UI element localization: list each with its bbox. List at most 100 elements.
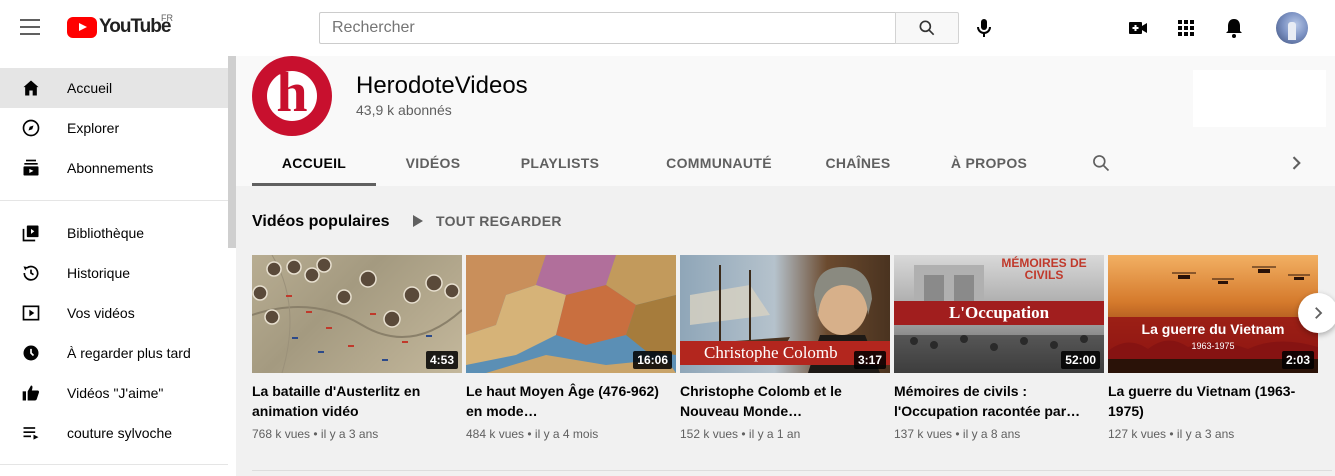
video-card[interactable]: La guerre du Vietnam 1963-1975 2:03 La g… xyxy=(1108,255,1318,441)
sidebar-scrollbar[interactable] xyxy=(228,56,236,248)
youtube-logo[interactable]: YouTube xyxy=(67,16,171,38)
tab-accueil[interactable]: ACCUEIL xyxy=(252,140,376,186)
logo-text: YouTube xyxy=(99,16,171,37)
watch-later-icon xyxy=(23,345,39,361)
search-icon xyxy=(919,20,935,36)
video-thumbnail[interactable]: 16:06 xyxy=(466,255,676,373)
sidebar-item-explorer[interactable]: Explorer xyxy=(0,108,228,148)
sidebar-divider xyxy=(0,200,228,201)
sidebar-item-bibliotheque[interactable]: Bibliothèque xyxy=(0,213,228,253)
video-duration: 52:00 xyxy=(1061,351,1100,369)
subscribe-area[interactable] xyxy=(1193,70,1326,127)
channel-avatar-inner: h xyxy=(267,65,317,121)
sidebar-item-videos-jaime[interactable]: Vidéos "J'aime" xyxy=(0,373,228,413)
sidebar-item-abonnements[interactable]: Abonnements xyxy=(0,148,228,188)
video-title[interactable]: Christophe Colomb et le Nouveau Monde… xyxy=(680,381,890,421)
sidebar-item-label: Vidéos "J'aime" xyxy=(67,385,164,401)
video-card[interactable]: 4:53 La bataille d'Austerlitz en animati… xyxy=(252,255,462,441)
tab-a-propos[interactable]: À PROPOS xyxy=(936,140,1042,186)
sidebar-item-vos-videos[interactable]: Vos vidéos xyxy=(0,293,228,333)
video-title[interactable]: Mémoires de civils : l'Occupation racont… xyxy=(894,381,1104,421)
history-icon xyxy=(23,265,39,281)
channel-avatar[interactable]: h xyxy=(252,56,332,136)
video-title[interactable]: Le haut Moyen Âge (476-962) en mode… xyxy=(466,381,676,421)
sidebar-item-label: Explorer xyxy=(67,120,120,136)
compass-icon xyxy=(22,119,40,137)
menu-icon[interactable] xyxy=(20,19,40,37)
tab-playlists[interactable]: PLAYLISTS xyxy=(506,140,614,186)
video-duration: 16:06 xyxy=(633,351,672,369)
sidebar-item-regarder-plus-tard[interactable]: À regarder plus tard xyxy=(0,333,228,373)
microphone-icon[interactable] xyxy=(972,16,996,40)
thumbnail-overlay-subtext: 1963-1975 xyxy=(1191,341,1235,351)
sidebar-item-label: Vos vidéos xyxy=(67,305,135,321)
thumbnail-overlay-text: L'Occupation xyxy=(948,303,1050,322)
video-duration: 3:17 xyxy=(853,351,886,369)
video-meta: 484 k vues • il y a 4 mois xyxy=(466,427,599,441)
video-title[interactable]: La guerre du Vietnam (1963-1975) xyxy=(1108,381,1318,421)
channel-tabs: ACCUEIL VIDÉOS PLAYLISTS COMMUNAUTÉ CHAÎ… xyxy=(236,140,1335,186)
sidebar-item-accueil[interactable]: Accueil xyxy=(0,68,228,108)
play-all-button[interactable]: TOUT REGARDER xyxy=(412,213,562,229)
channel-logo-letter: h xyxy=(276,62,308,124)
playlist-icon xyxy=(23,427,39,440)
video-meta: 127 k vues • il y a 3 ans xyxy=(1108,427,1235,441)
create-video-icon[interactable] xyxy=(1126,16,1150,40)
video-meta: 768 k vues • il y a 3 ans xyxy=(252,427,379,441)
play-icon xyxy=(413,215,423,227)
video-card[interactable]: 16:06 Le haut Moyen Âge (476-962) en mod… xyxy=(466,255,676,441)
subscriptions-icon xyxy=(23,159,39,176)
chevron-right-icon xyxy=(1315,307,1323,319)
sidebar: Accueil Explorer Abonnements Bibliothèqu… xyxy=(0,56,236,476)
video-meta: 137 k vues • il y a 8 ans xyxy=(894,427,1021,441)
carousel-next-button[interactable] xyxy=(1298,293,1335,333)
library-icon xyxy=(22,225,39,242)
video-card[interactable]: MÉMOIRES DE CIVILS L'Occupation 52:00 Mé… xyxy=(894,255,1104,441)
tab-communaute[interactable]: COMMUNAUTÉ xyxy=(646,140,792,186)
popular-videos-section: Vidéos populaires TOUT REGARDER 4:53 La … xyxy=(236,186,1335,476)
top-bar: YouTube FR xyxy=(0,0,1335,56)
sidebar-item-historique[interactable]: Historique xyxy=(0,253,228,293)
video-duration: 2:03 xyxy=(1281,351,1314,369)
search-bar xyxy=(319,12,959,44)
video-meta: 152 k vues • il y a 1 an xyxy=(680,427,801,441)
video-duration: 4:53 xyxy=(425,351,458,369)
subscriber-count: 43,9 k abonnés xyxy=(356,102,452,118)
search-input[interactable] xyxy=(319,12,895,44)
section-divider xyxy=(252,470,1332,471)
tab-videos[interactable]: VIDÉOS xyxy=(386,140,480,186)
youtube-play-icon xyxy=(67,16,97,38)
sidebar-item-label: couture sylvoche xyxy=(67,425,173,441)
sidebar-divider xyxy=(0,464,228,465)
sidebar-item-label: Historique xyxy=(67,265,131,281)
video-thumbnail[interactable]: MÉMOIRES DE CIVILS L'Occupation 52:00 xyxy=(894,255,1104,373)
sidebar-item-label: Accueil xyxy=(67,80,113,96)
home-icon xyxy=(23,80,39,96)
section-title: Vidéos populaires xyxy=(252,213,390,230)
tab-chaines[interactable]: CHAÎNES xyxy=(814,140,902,186)
video-thumbnail[interactable]: 4:53 xyxy=(252,255,462,373)
channel-name: HerodoteVideos xyxy=(356,72,528,99)
country-code: FR xyxy=(161,13,173,23)
thumbnail-overlay-text: La guerre du Vietnam xyxy=(1141,321,1285,337)
sidebar-item-label: Abonnements xyxy=(67,160,154,176)
notifications-bell-icon[interactable] xyxy=(1222,16,1246,40)
sidebar-item-label: À regarder plus tard xyxy=(67,345,191,361)
thumbs-up-icon xyxy=(22,385,40,401)
chevron-right-icon[interactable] xyxy=(1286,153,1306,173)
thumbnail-banner: L'Occupation xyxy=(894,301,1104,325)
channel-search-icon[interactable] xyxy=(1091,153,1111,173)
thumbnail-overlay-text: Christophe Colomb xyxy=(704,343,838,362)
search-button[interactable] xyxy=(895,12,959,44)
thumbnail-overlay-heading: MÉMOIRES DE CIVILS xyxy=(1001,256,1087,282)
video-thumbnail[interactable]: La guerre du Vietnam 1963-1975 2:03 xyxy=(1108,255,1318,373)
video-card[interactable]: Christophe Colomb 3:17 Christophe Colomb… xyxy=(680,255,890,441)
apps-grid-icon[interactable] xyxy=(1174,16,1198,40)
sidebar-item-couture-sylvoche[interactable]: couture sylvoche xyxy=(0,413,228,453)
video-title[interactable]: La bataille d'Austerlitz en animation vi… xyxy=(252,381,462,421)
your-videos-icon xyxy=(22,305,40,321)
video-thumbnail[interactable]: Christophe Colomb 3:17 xyxy=(680,255,890,373)
play-all-label: TOUT REGARDER xyxy=(436,213,562,229)
user-avatar[interactable] xyxy=(1276,12,1308,44)
sidebar-item-label: Bibliothèque xyxy=(67,225,145,241)
